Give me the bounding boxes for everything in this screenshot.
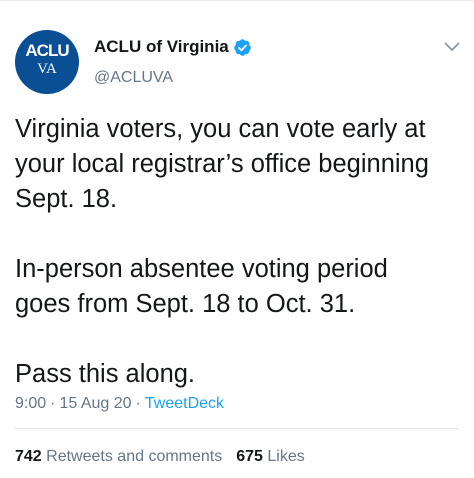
tweet-line: Pass this along. <box>15 360 196 388</box>
likes-label: Likes <box>267 448 305 465</box>
tweet-date[interactable]: 15 Aug 20 <box>59 395 131 412</box>
retweets-count: 742 <box>15 448 42 465</box>
chevron-down-icon[interactable] <box>444 42 460 52</box>
tweet-line: Sept. 18. <box>15 185 118 213</box>
tweet-line: goes from Sept. 18 to Oct. 31. <box>15 290 356 318</box>
likes-stat[interactable]: 675 Likes <box>236 448 305 465</box>
avatar-logo-subtext: VA <box>37 61 57 77</box>
tweet-time[interactable]: 9:00 <box>15 395 46 412</box>
tweet-text: Virginia voters, you can vote early at y… <box>15 112 467 392</box>
tweet-line: In-person absentee voting period <box>15 255 388 283</box>
tweet-paragraph: Virginia voters, you can vote early at y… <box>15 112 467 217</box>
avatar[interactable]: ACLU VA <box>15 30 79 94</box>
stats-divider <box>15 428 459 429</box>
retweets-label: Retweets and comments <box>46 448 223 465</box>
likes-count: 675 <box>236 448 263 465</box>
top-divider <box>0 0 474 1</box>
tweet-paragraph: Pass this along. <box>15 357 467 392</box>
retweets-stat[interactable]: 742 Retweets and comments <box>15 448 222 465</box>
avatar-logo-text: ACLU <box>25 41 69 60</box>
separator-dot: · <box>50 395 56 412</box>
separator-dot: · <box>135 395 141 412</box>
tweet-stats: 742 Retweets and comments 675 Likes <box>15 447 305 467</box>
tweet-source-link[interactable]: TweetDeck <box>145 395 224 412</box>
user-handle[interactable]: @ACLUVA <box>94 68 173 88</box>
tweet-line: Virginia voters, you can vote early at <box>15 115 426 143</box>
verified-icon <box>234 39 251 56</box>
tweet-paragraph: In-person absentee voting period goes fr… <box>15 252 467 322</box>
tweet-line: your local registrar’s office beginning <box>15 150 429 178</box>
tweet-metadata: 9:00 · 15 Aug 20 · TweetDeck <box>15 394 224 414</box>
display-name[interactable]: ACLU of Virginia <box>94 37 229 57</box>
